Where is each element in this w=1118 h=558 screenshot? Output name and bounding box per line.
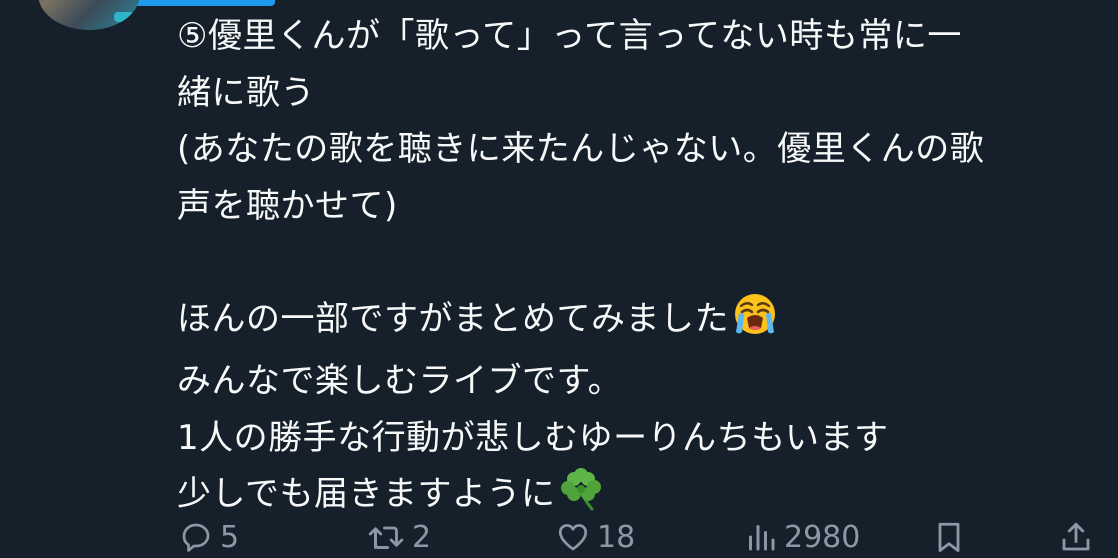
heart-icon xyxy=(555,519,591,555)
retweet-count: 2 xyxy=(412,519,432,555)
tweet-line-text: ほんの一部ですがまとめてみました xyxy=(177,298,729,339)
reply-icon xyxy=(178,519,214,555)
retweet-icon xyxy=(366,519,406,555)
like-button[interactable]: 18 xyxy=(555,516,635,558)
tweet-line: 緒に歌う xyxy=(177,72,315,113)
like-count: 18 xyxy=(597,519,636,555)
scroll-indicator xyxy=(133,0,275,6)
tweet-line: 声を聴かせて) xyxy=(177,185,398,226)
tweet-line-with-emoji: ほんの一部ですがまとめてみました xyxy=(177,291,1097,354)
avatar[interactable] xyxy=(38,0,140,30)
views-count: 2980 xyxy=(784,519,861,555)
tweet-action-bar: 5 2 18 2980 xyxy=(0,516,1118,558)
reply-count: 5 xyxy=(220,519,240,555)
tweet-line: 1人の勝手な行動が悲しむゆーりんちもいます xyxy=(177,417,889,458)
share-button[interactable] xyxy=(1058,516,1094,558)
crying-face-icon xyxy=(733,292,777,354)
bookmark-button[interactable] xyxy=(933,516,965,558)
reply-button[interactable]: 5 xyxy=(178,516,239,558)
tweet-text: ⑤優里くんが「歌って」って言ってない時も常に一 緒に歌う (あなたの歌を聴きに来… xyxy=(177,8,1097,529)
tweet-line-text: 少しでも届きますように xyxy=(177,474,556,514)
bookmark-icon xyxy=(933,519,965,555)
share-icon xyxy=(1058,519,1094,555)
retweet-button[interactable]: 2 xyxy=(366,516,431,558)
views-button[interactable]: 2980 xyxy=(744,516,860,558)
views-icon xyxy=(744,519,778,555)
tweet-line: ⑤優里くんが「歌って」って言ってない時も常に一 xyxy=(177,16,962,56)
tweet-line: みんなで楽しむライブです。 xyxy=(177,361,623,401)
tweet-line: (あなたの歌を聴きに来たんじゃない。優里くんの歌 xyxy=(177,129,985,169)
